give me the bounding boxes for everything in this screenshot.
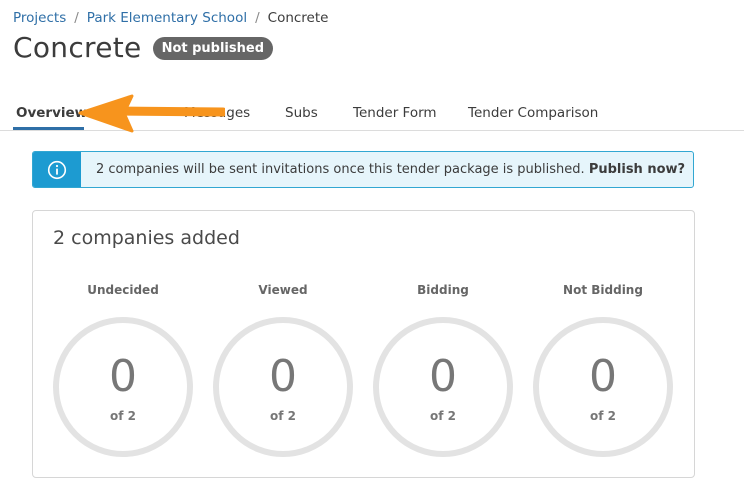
stat-total: of 2 — [590, 409, 616, 423]
stat-label: Bidding — [417, 283, 469, 297]
breadcrumb-project-link[interactable]: Park Elementary School — [87, 10, 247, 26]
stat-bidding: Bidding 0 of 2 — [373, 283, 513, 457]
breadcrumb-separator: / — [74, 10, 79, 26]
stat-value: 0 — [429, 351, 457, 402]
stat-label: Not Bidding — [563, 283, 643, 297]
breadcrumb-current: Concrete — [267, 10, 329, 26]
stat-ring: 0 of 2 — [213, 317, 353, 457]
stat-not-bidding: Not Bidding 0 of 2 — [533, 283, 673, 457]
stat-label: Viewed — [258, 283, 308, 297]
publish-now-link[interactable]: Publish now? — [589, 162, 685, 177]
stat-ring: 0 of 2 — [533, 317, 673, 457]
active-tab-indicator — [13, 127, 84, 130]
status-badge: Not published — [152, 37, 274, 60]
stat-ring: 0 of 2 — [53, 317, 193, 457]
breadcrumb-separator: / — [255, 10, 260, 26]
stat-value: 0 — [109, 351, 137, 402]
card-title: 2 companies added — [53, 227, 240, 249]
stat-total: of 2 — [270, 409, 296, 423]
stat-viewed: Viewed 0 of 2 — [213, 283, 353, 457]
info-banner: 2 companies will be sent invitations onc… — [32, 151, 694, 188]
annotation-arrow-icon — [78, 94, 225, 133]
tab-tender-form[interactable]: Tender Form — [353, 105, 437, 121]
banner-text: 2 companies will be sent invitations onc… — [96, 162, 685, 177]
tab-tender-comparison[interactable]: Tender Comparison — [468, 105, 598, 121]
breadcrumb: Projects / Park Elementary School / Conc… — [13, 10, 328, 26]
stat-value: 0 — [269, 351, 297, 402]
breadcrumb-projects-link[interactable]: Projects — [13, 10, 66, 26]
stat-value: 0 — [589, 351, 617, 402]
tab-subs[interactable]: Subs — [285, 105, 318, 121]
banner-message: 2 companies will be sent invitations onc… — [96, 162, 585, 177]
info-icon — [33, 152, 81, 187]
stat-label: Undecided — [87, 283, 159, 297]
companies-summary-card: 2 companies added Undecided 0 of 2 Viewe… — [32, 210, 695, 478]
stat-ring: 0 of 2 — [373, 317, 513, 457]
stat-undecided: Undecided 0 of 2 — [53, 283, 193, 457]
title-row: Concrete Not published — [13, 31, 274, 64]
stat-total: of 2 — [110, 409, 136, 423]
page-title: Concrete — [13, 31, 142, 64]
stat-total: of 2 — [430, 409, 456, 423]
